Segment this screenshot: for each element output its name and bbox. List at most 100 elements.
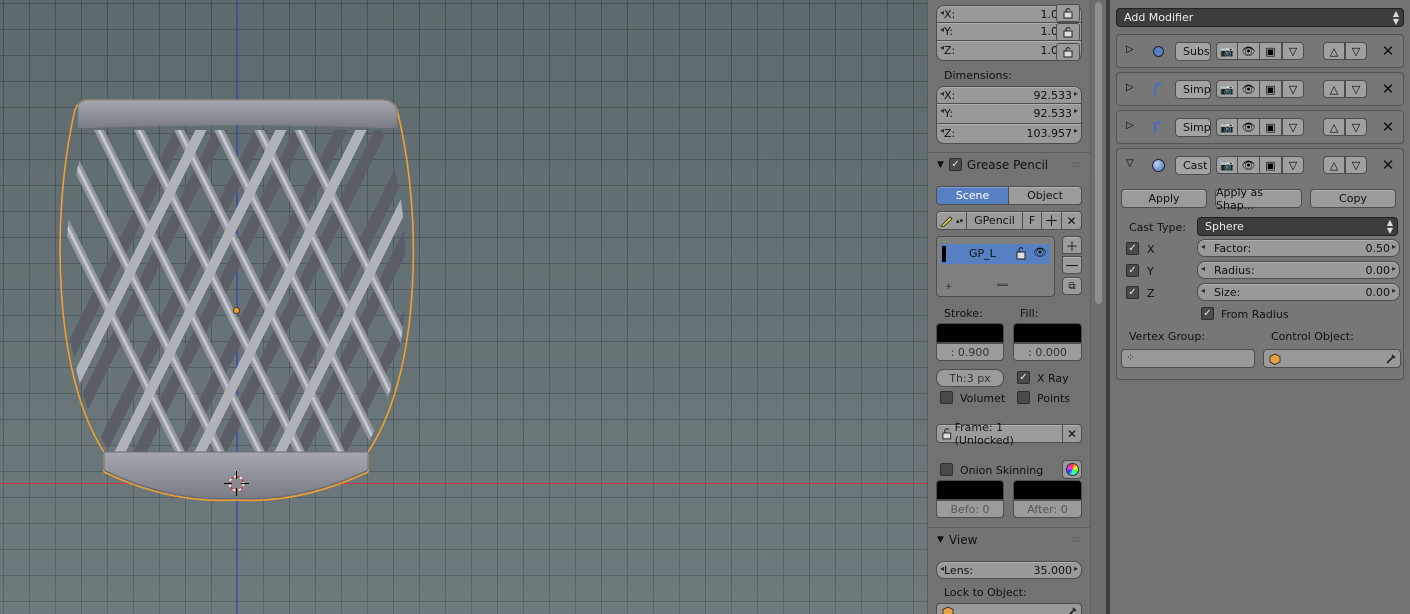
drag-handle-icon[interactable]: :::: — [1071, 159, 1082, 170]
object-origin-dot[interactable] — [233, 307, 240, 314]
tab-scene[interactable]: Scene — [936, 186, 1009, 205]
on-cage-toggle-button[interactable]: ▽ — [1282, 42, 1304, 60]
lock-scale-y-button[interactable] — [1056, 23, 1080, 41]
render-toggle-button[interactable]: 📷 — [1216, 42, 1238, 60]
move-up-button[interactable]: △ — [1323, 118, 1345, 136]
factor-field[interactable]: ◂ Factor: 0.50 ▸ — [1197, 239, 1400, 257]
lattice-vase-mesh[interactable] — [50, 92, 422, 504]
lock-scale-z-button[interactable] — [1056, 43, 1080, 61]
add-small-icon[interactable]: + — [945, 282, 953, 292]
editmode-toggle-button[interactable]: ▣ — [1260, 118, 1282, 136]
tab-object[interactable]: Object — [1008, 186, 1082, 205]
move-down-button[interactable]: ▽ — [1345, 118, 1367, 136]
eye-icon[interactable]: 👁 — [1033, 246, 1047, 259]
axis-z-checkbox[interactable]: ✓ — [1126, 286, 1139, 299]
size-field[interactable]: ◂ Size: 0.00 ▸ — [1197, 283, 1400, 301]
add-layer-button[interactable]: ＋ — [1062, 236, 1082, 255]
on-cage-toggle-button[interactable]: ▽ — [1282, 156, 1304, 174]
modifier-name-field[interactable]: Simp — [1175, 80, 1211, 99]
gpencil-datablock-name[interactable]: GPencil — [966, 211, 1023, 230]
fake-user-button[interactable]: F — [1022, 211, 1042, 230]
stroke-color-swatch[interactable] — [936, 323, 1004, 343]
dimension-x-field[interactable]: ◂ X: 92.533 ▸ — [936, 86, 1082, 104]
fill-opacity-slider[interactable]: : 0.000 — [1013, 343, 1082, 361]
editmode-toggle-button[interactable]: ▣ — [1260, 156, 1282, 174]
layer-specials-button[interactable]: ⧉ — [1062, 277, 1082, 295]
viewport-toggle-button[interactable]: 👁 — [1238, 42, 1260, 60]
remove-modifier-button[interactable]: ✕ — [1380, 43, 1396, 59]
after-frames-slider[interactable]: After: 0 — [1013, 500, 1082, 518]
onion-skinning-checkbox[interactable] — [940, 463, 953, 476]
axis-x-checkbox[interactable]: ✓ — [1126, 242, 1139, 255]
3d-viewport[interactable] — [0, 0, 927, 614]
thickness-slider[interactable]: Th:3 px — [936, 369, 1004, 387]
axis-y-checkbox[interactable]: ✓ — [1126, 264, 1139, 277]
modifier-name-field[interactable]: Simp — [1175, 118, 1211, 137]
on-cage-toggle-button[interactable]: ▽ — [1282, 118, 1304, 136]
modifier-simple-deform-2[interactable]: ▷ Simp 📷 👁 ▣ ▽ △ ▽ ✕ — [1116, 110, 1404, 144]
render-toggle-button[interactable]: 📷 — [1216, 80, 1238, 98]
move-down-button[interactable]: ▽ — [1345, 156, 1367, 174]
apply-as-shape-button[interactable]: Apply as Shap... — [1215, 186, 1302, 212]
remove-modifier-button[interactable]: ✕ — [1380, 119, 1396, 135]
eyedropper-icon[interactable] — [1386, 353, 1397, 364]
unlink-datablock-button[interactable]: ✕ — [1061, 211, 1082, 230]
add-modifier-dropdown[interactable]: Add Modifier ▲ ▼ — [1116, 8, 1404, 27]
dimension-z-field[interactable]: ◂ Z: 103.957 ▸ — [936, 124, 1082, 144]
stroke-opacity-slider[interactable]: : 0.900 — [936, 343, 1004, 361]
gpencil-browse-button[interactable]: ▴▾ — [936, 211, 967, 230]
move-down-button[interactable]: ▽ — [1345, 42, 1367, 60]
fill-color-swatch[interactable] — [1013, 323, 1082, 343]
cast-type-dropdown[interactable]: Sphere ▲ ▼ — [1197, 217, 1398, 236]
volumetric-checkbox[interactable] — [940, 391, 953, 404]
delete-frame-button[interactable]: ✕ — [1062, 424, 1082, 443]
grease-pencil-checkbox[interactable]: ✓ — [948, 158, 962, 171]
layer-row-gp-l[interactable]: GP_L 👁 — [941, 244, 1050, 264]
modifier-subsurf[interactable]: ▷ Subs 📷 👁 ▣ ▽ △ ▽ ✕ — [1116, 34, 1404, 68]
layer-list[interactable]: GP_L 👁 + ══ — [936, 236, 1055, 297]
drag-handle-icon[interactable]: :::: — [1071, 534, 1082, 545]
expand-triangle-icon[interactable]: ▷ — [1126, 44, 1134, 55]
modifier-cast[interactable]: ▽ Cast 📷 👁 ▣ ▽ △ ▽ ✕ Apply Apply as Shap… — [1116, 148, 1404, 380]
dimension-y-field[interactable]: ◂ Y: 92.533 ▸ — [936, 104, 1082, 124]
render-toggle-button[interactable]: 📷 — [1216, 156, 1238, 174]
onion-color-button[interactable] — [1062, 460, 1082, 479]
lock-object-field[interactable] — [936, 603, 1082, 614]
modifier-name-field[interactable]: Subs — [1175, 42, 1211, 61]
scrollbar-thumb[interactable] — [1095, 2, 1102, 304]
viewport-toggle-button[interactable]: 👁 — [1238, 156, 1260, 174]
apply-button[interactable]: Apply — [1121, 189, 1207, 208]
modifier-simple-deform-1[interactable]: ▷ Simp 📷 👁 ▣ ▽ △ ▽ ✕ — [1116, 72, 1404, 106]
remove-modifier-button[interactable]: ✕ — [1380, 157, 1396, 173]
editmode-toggle-button[interactable]: ▣ — [1260, 42, 1282, 60]
editmode-toggle-button[interactable]: ▣ — [1260, 80, 1282, 98]
new-datablock-button[interactable]: ＋ — [1041, 211, 1062, 230]
after-color-swatch[interactable] — [1013, 480, 1082, 500]
unlock-icon[interactable] — [1015, 246, 1027, 263]
from-radius-checkbox[interactable]: ✓ — [1201, 307, 1214, 320]
move-up-button[interactable]: △ — [1323, 80, 1345, 98]
control-object-field[interactable] — [1263, 349, 1401, 368]
view-panel-header[interactable]: ▼ View :::: — [928, 527, 1090, 551]
expand-triangle-icon[interactable]: ▷ — [1126, 120, 1134, 131]
frame-lock-button[interactable]: Frame: 1 (Unlocked) — [936, 421, 1063, 447]
3d-cursor-icon[interactable] — [224, 471, 249, 496]
viewport-toggle-button[interactable]: 👁 — [1238, 118, 1260, 136]
expand-triangle-icon[interactable]: ▷ — [1126, 82, 1134, 93]
render-toggle-button[interactable]: 📷 — [1216, 118, 1238, 136]
remove-layer-button[interactable]: — — [1062, 256, 1082, 274]
move-up-button[interactable]: △ — [1323, 42, 1345, 60]
vertex-group-field[interactable]: ⁘ — [1121, 349, 1255, 368]
viewport-toggle-button[interactable]: 👁 — [1238, 80, 1260, 98]
lens-field[interactable]: ◂ Lens: 35.000 ▸ — [936, 561, 1082, 579]
properties-scrollbar[interactable] — [1090, 0, 1106, 614]
eyedropper-icon[interactable] — [1067, 606, 1078, 614]
move-down-button[interactable]: ▽ — [1345, 80, 1367, 98]
lock-scale-x-button[interactable] — [1056, 4, 1080, 22]
xray-checkbox[interactable]: ✓ — [1017, 371, 1030, 384]
copy-button[interactable]: Copy — [1310, 189, 1396, 208]
before-frames-slider[interactable]: Befo: 0 — [936, 500, 1004, 518]
remove-modifier-button[interactable]: ✕ — [1380, 81, 1396, 97]
on-cage-toggle-button[interactable]: ▽ — [1282, 80, 1304, 98]
collapse-triangle-icon[interactable]: ▽ — [1126, 158, 1134, 169]
